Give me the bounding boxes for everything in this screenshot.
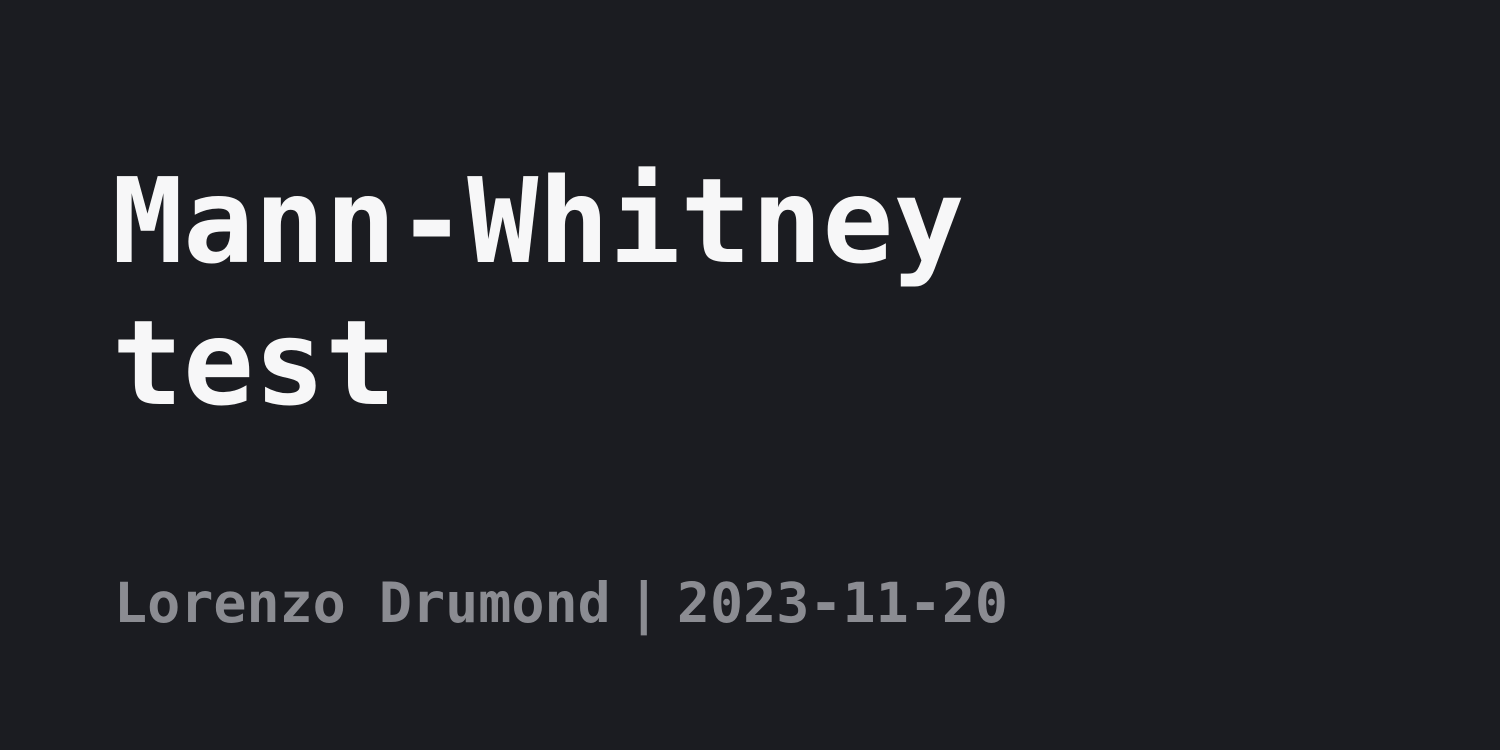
post-meta: Lorenzo Drumond | 2023-11-20 [114,570,1008,636]
post-date: 2023-11-20 [676,571,1009,635]
author-name: Lorenzo Drumond [114,571,611,635]
title-card: Mann-Whitney test Lorenzo Drumond | 2023-1… [0,0,1500,750]
page-title: Mann-Whitney test [112,152,965,432]
meta-separator: | [627,571,661,635]
